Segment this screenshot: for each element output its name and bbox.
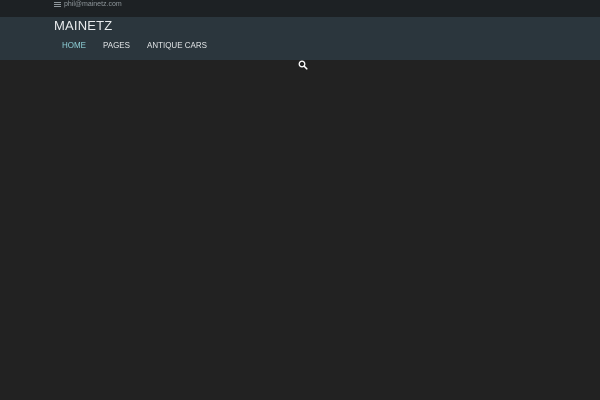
nav-item-pages[interactable]: PAGES [103,41,130,51]
site-header: MAINETZ HOME PAGES ANTIQUE CARS [0,17,600,60]
envelope-icon [54,0,61,9]
search-button[interactable] [298,60,308,70]
contact-email[interactable]: phil@mainetz.com [64,0,122,9]
contact-info: phil@mainetz.com [54,0,122,9]
site-title[interactable]: MAINETZ [54,18,112,34]
top-bar: phil@mainetz.com [0,0,600,17]
main-nav: HOME PAGES ANTIQUE CARS [54,40,207,52]
nav-item-antique-cars[interactable]: ANTIQUE CARS [147,41,207,51]
nav-item-home[interactable]: HOME [62,41,86,51]
search-icon [298,60,308,70]
main-content [0,60,600,400]
